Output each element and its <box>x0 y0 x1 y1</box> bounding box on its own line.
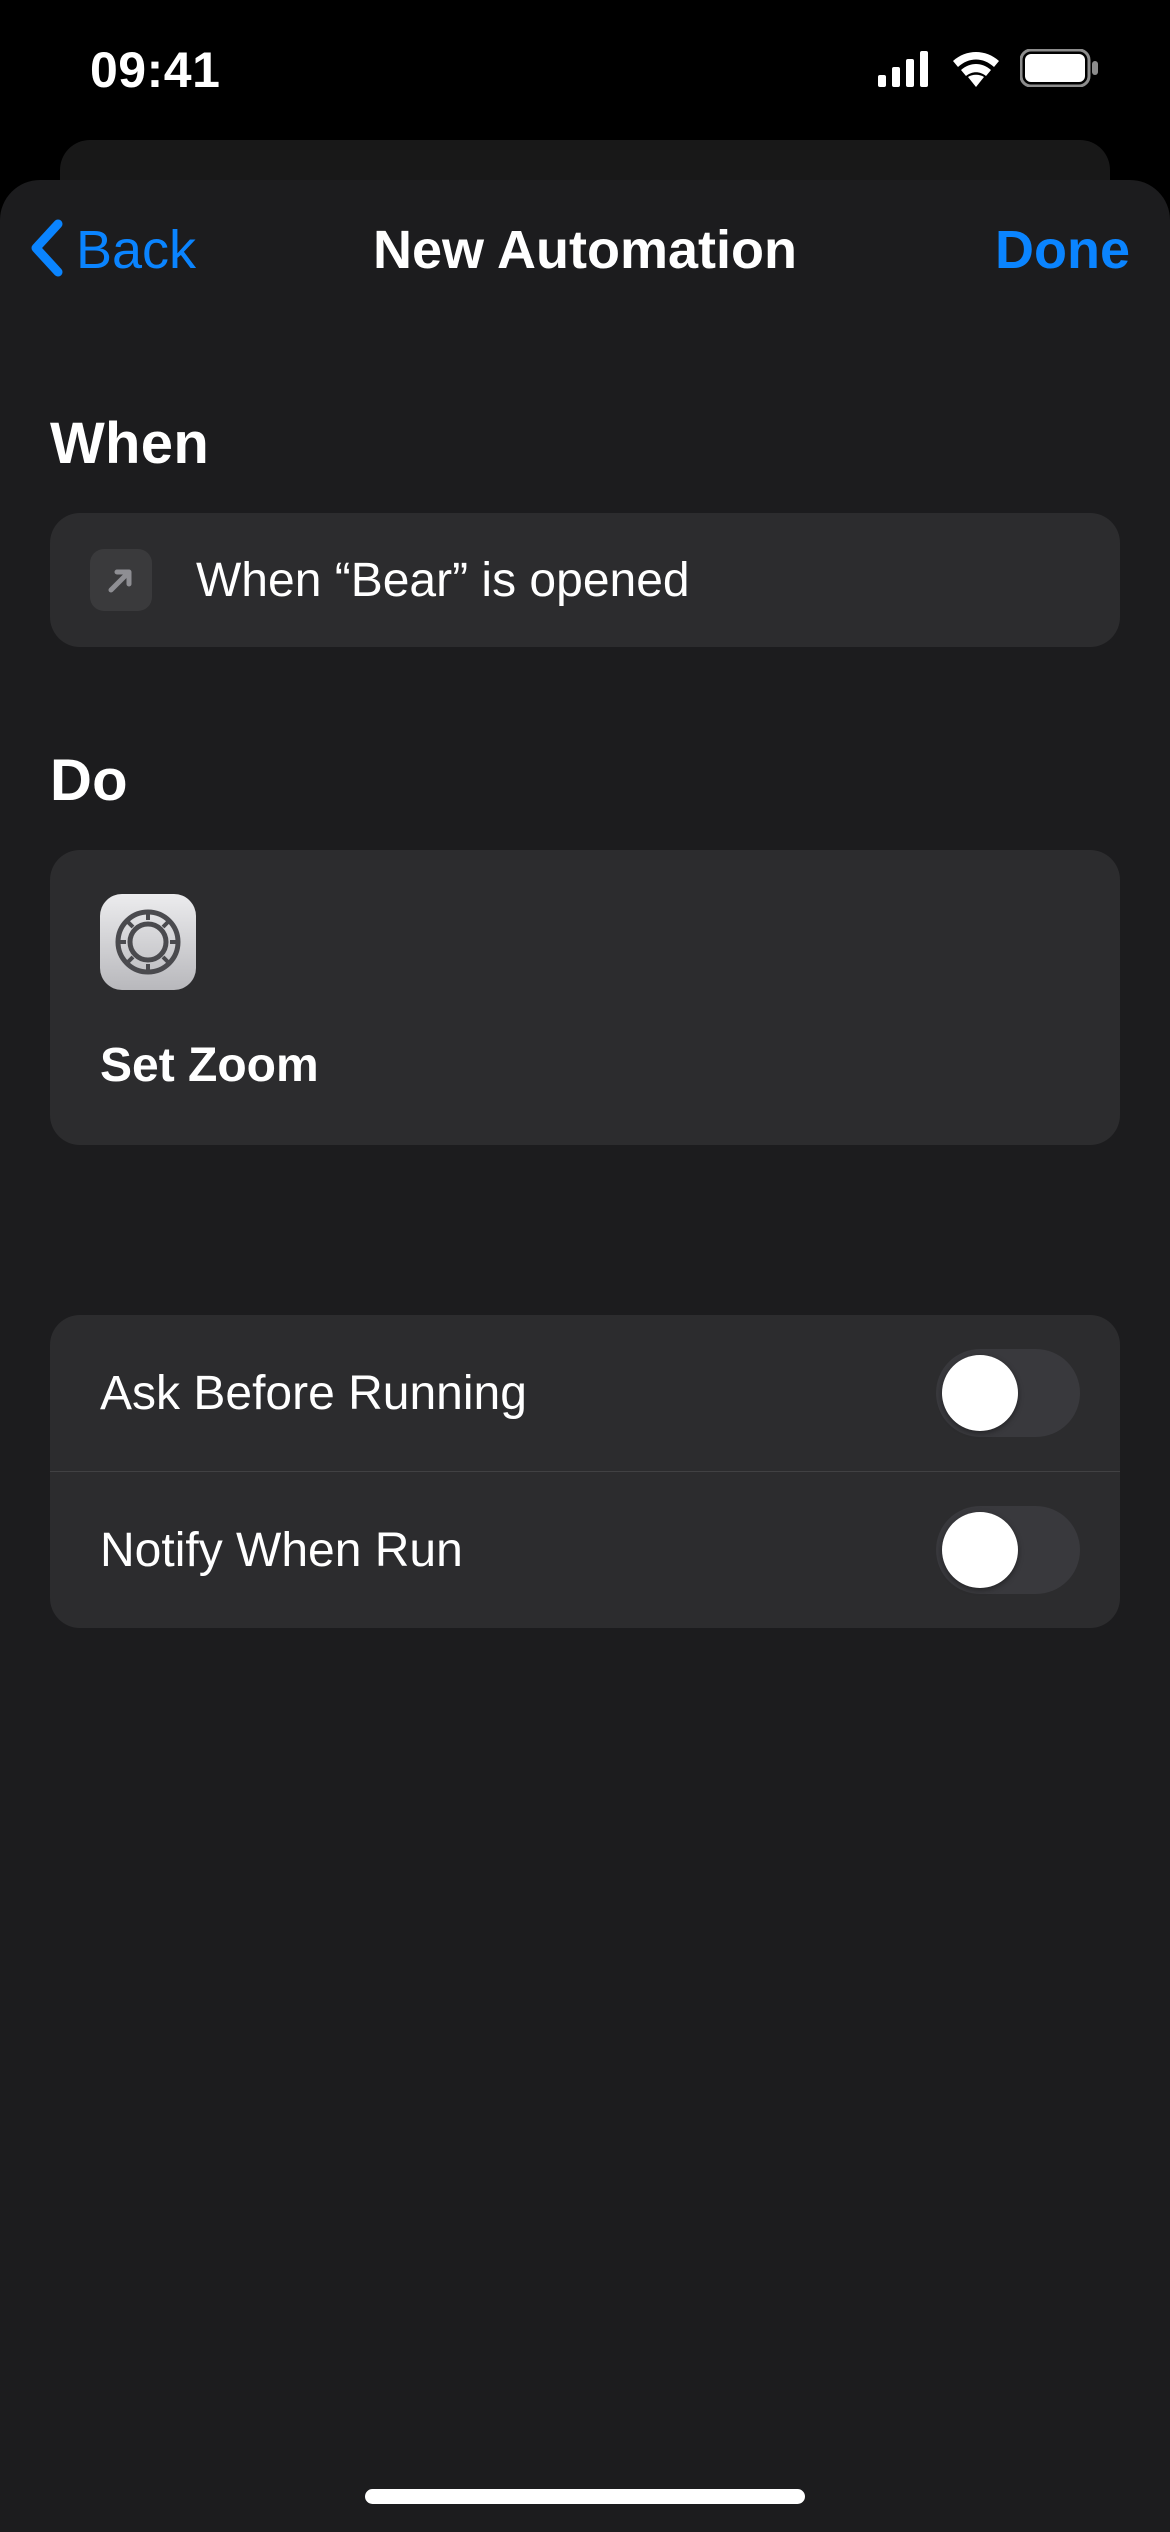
do-section: Do Set Zo <box>0 747 1170 1145</box>
app-open-arrow-icon <box>90 549 152 611</box>
option-ask-before-running: Ask Before Running <box>50 1315 1120 1471</box>
back-label: Back <box>76 219 196 281</box>
do-action-card[interactable]: Set Zoom <box>50 850 1120 1145</box>
done-button[interactable]: Done <box>995 219 1130 281</box>
chevron-left-icon <box>28 218 66 283</box>
option-label: Ask Before Running <box>100 1366 527 1421</box>
back-button[interactable]: Back <box>28 218 196 283</box>
do-action-label: Set Zoom <box>100 1038 1070 1093</box>
status-time: 09:41 <box>90 41 220 99</box>
settings-app-icon <box>100 894 196 990</box>
ask-before-running-toggle[interactable] <box>936 1349 1080 1437</box>
option-label: Notify When Run <box>100 1523 463 1578</box>
notify-when-run-toggle[interactable] <box>936 1506 1080 1594</box>
when-trigger-row[interactable]: When “Bear” is opened <box>50 513 1120 647</box>
toggle-knob <box>942 1512 1018 1588</box>
cellular-icon <box>878 41 932 99</box>
battery-icon <box>1020 41 1100 99</box>
automation-sheet: Back New Automation Done When When “Bear… <box>0 180 1170 2532</box>
toggle-knob <box>942 1355 1018 1431</box>
when-section: When When “Bear” is opened <box>0 410 1170 647</box>
when-heading: When <box>50 410 1120 477</box>
when-trigger-text: When “Bear” is opened <box>196 553 690 608</box>
option-notify-when-run: Notify When Run <box>50 1471 1120 1628</box>
status-bar: 09:41 <box>0 0 1170 140</box>
options-card: Ask Before Running Notify When Run <box>50 1315 1120 1628</box>
do-heading: Do <box>50 747 1120 814</box>
home-indicator[interactable] <box>365 2489 805 2504</box>
navbar: Back New Automation Done <box>0 190 1170 310</box>
status-indicators <box>878 41 1100 99</box>
wifi-icon <box>950 41 1002 99</box>
options-section: Ask Before Running Notify When Run <box>0 1315 1170 1628</box>
